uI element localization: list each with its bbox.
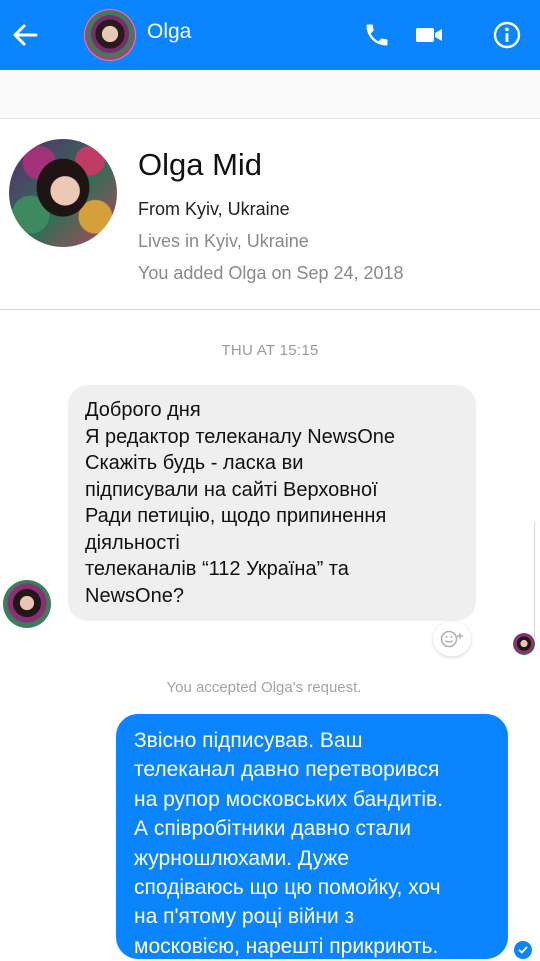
message-line: діяльності bbox=[85, 531, 180, 554]
message-line: журношлюхами. Дуже bbox=[134, 846, 350, 870]
profile-name: Olga Mid bbox=[138, 147, 263, 182]
info-icon[interactable] bbox=[490, 18, 524, 52]
profile-added-date: You added Olga on Sep 24, 2018 bbox=[138, 263, 404, 283]
profile-card: Olga Mid From Kyiv, Ukraine Lives in Kyi… bbox=[0, 119, 540, 310]
message-line: на рупор московських бандитів. bbox=[134, 787, 444, 811]
message-line: NewsOne? bbox=[85, 584, 184, 607]
message-line: на п'ятому році війни з bbox=[134, 905, 355, 929]
message-line: Звісно підписував. Ваш bbox=[134, 729, 363, 752]
read-receipt-avatar bbox=[513, 633, 535, 655]
delivered-check-icon bbox=[514, 941, 532, 959]
request-accepted-note: You accepted Olga's request. bbox=[166, 679, 362, 696]
back-arrow-icon[interactable] bbox=[8, 18, 42, 52]
message-line: А співробітники давно стали bbox=[134, 817, 412, 841]
message-line: московією, нарешті прикриють. bbox=[134, 934, 439, 958]
scroll-indicator[interactable] bbox=[534, 520, 540, 640]
outgoing-message-bubble[interactable]: Звісно підписував. Ваш телеканал давно п… bbox=[116, 714, 508, 959]
message-timestamp: THU AT 15:15 bbox=[221, 342, 319, 359]
profile-hometown: From Kyiv, Ukraine bbox=[138, 199, 290, 219]
header-spacer bbox=[0, 70, 540, 119]
profile-avatar[interactable] bbox=[9, 139, 117, 247]
add-reaction-icon[interactable] bbox=[433, 622, 471, 656]
profile-residence: Lives in Kyiv, Ukraine bbox=[138, 231, 309, 251]
message-line: Скажіть будь - ласка ви bbox=[85, 452, 304, 474]
video-camera-icon[interactable] bbox=[412, 18, 446, 52]
message-line: телеканал давно перетворився bbox=[134, 758, 440, 782]
message-line: телеканалів “112 Україна” та bbox=[85, 558, 349, 580]
message-line: Я редактор телеканалу NewsOne bbox=[85, 425, 396, 448]
sender-avatar[interactable] bbox=[3, 580, 51, 628]
incoming-message-bubble[interactable]: Доброго дня Я редактор телеканалу NewsOn… bbox=[68, 385, 476, 621]
app-header: Olga bbox=[0, 0, 540, 70]
phone-icon[interactable] bbox=[360, 18, 394, 52]
contact-avatar[interactable] bbox=[84, 9, 136, 61]
message-line: Доброго дня bbox=[85, 399, 201, 421]
message-line: Ради петицію, щодо припинення bbox=[85, 505, 387, 527]
contact-name[interactable]: Olga bbox=[147, 20, 191, 44]
message-line: підписували на сайті Верховної bbox=[85, 478, 378, 501]
message-line: сподіваюсь що цю помойку, хоч bbox=[134, 876, 441, 900]
